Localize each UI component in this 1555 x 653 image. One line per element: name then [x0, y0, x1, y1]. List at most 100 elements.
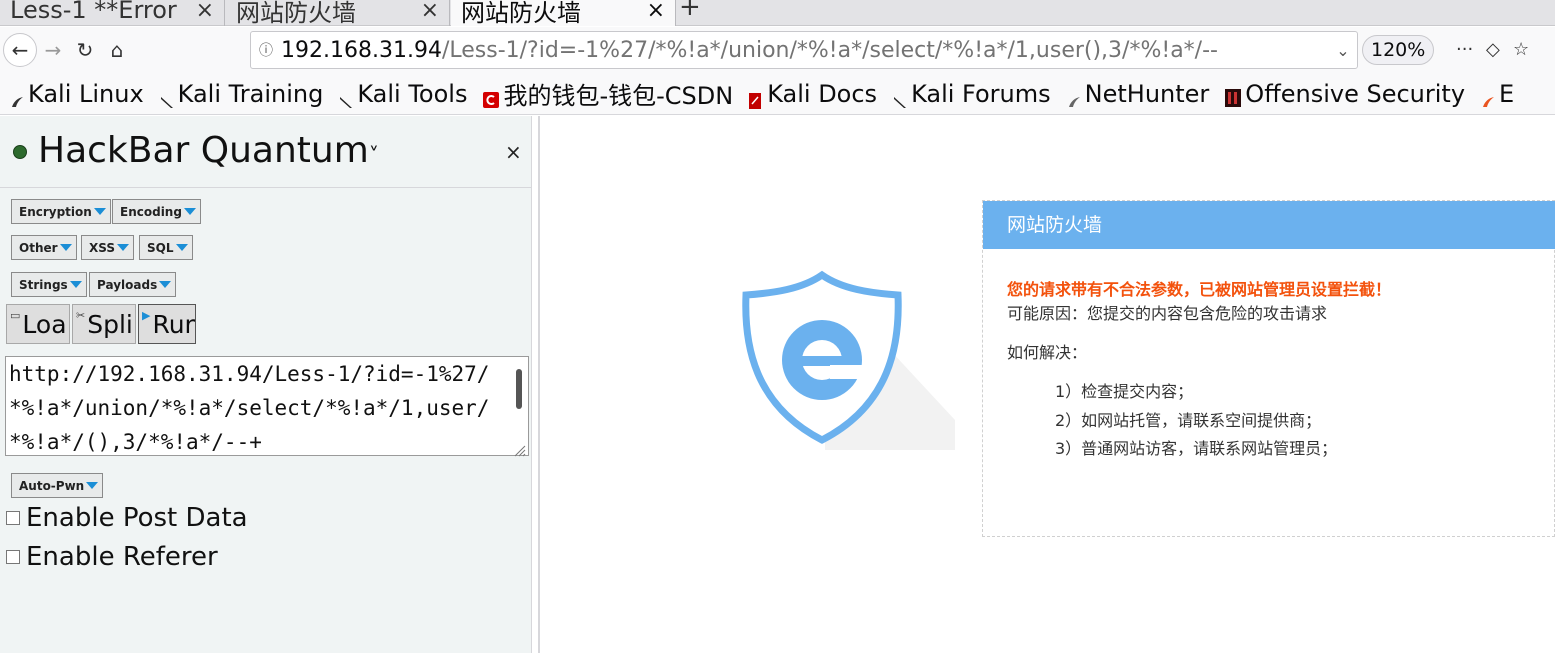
menu-label: Strings	[19, 277, 68, 292]
reload-icon: ↻	[76, 38, 94, 62]
chevron-down-icon: ˅	[368, 143, 379, 167]
tab-strip: Less-1 **Error × 网站防火墙 × 网站防火墙 × +	[0, 0, 1555, 26]
sql-menu[interactable]: SQL	[139, 235, 193, 260]
tab-waf-1[interactable]: 网站防火墙 ×	[226, 0, 450, 26]
bookmark-kali-forums[interactable]: Kali Forums	[893, 80, 1051, 108]
waf-solution-step: 3）普通网站访客，请联系网站管理员；	[1055, 439, 1338, 458]
tab-close-icon[interactable]: ×	[196, 0, 214, 24]
bookmark-label: E	[1499, 79, 1515, 108]
tab-less-1[interactable]: Less-1 **Error ×	[0, 0, 225, 26]
home-button[interactable]: ⌂	[100, 33, 134, 67]
bookmark-exploit-db[interactable]: E	[1481, 80, 1514, 108]
tab-close-icon[interactable]: ×	[421, 0, 439, 24]
enable-post-data-checkbox[interactable]	[6, 511, 20, 525]
waf-block-panel: 网站防火墙 您的请求带有不合法参数，已被网站管理员设置拦截！ 可能原因：您提交的…	[982, 200, 1555, 537]
kali-dragon-icon	[339, 87, 353, 108]
kali-dragon-icon	[160, 87, 174, 108]
tab-title: 网站防火墙	[461, 0, 581, 26]
bookmark-nethunter[interactable]: NetHunter	[1067, 79, 1210, 108]
enable-post-data-toggle[interactable]: Enable Post Data	[6, 503, 248, 533]
kali-dragon-icon	[10, 87, 24, 107]
tab-close-icon[interactable]: ×	[647, 0, 665, 24]
button-label: Spli	[87, 309, 133, 339]
bookmark-star-icon[interactable]: ☆	[1513, 39, 1529, 60]
waf-solution-step: 1）检查提交内容；	[1055, 382, 1194, 401]
bookmarks-toolbar: Kali Linux Kali Training Kali Tools 我的钱包…	[0, 73, 1555, 115]
url-textarea[interactable]: http://192.168.31.94/Less-1/?id=-1%27/*%…	[5, 356, 529, 456]
play-icon: ▶	[142, 309, 151, 322]
bookmark-csdn-wallet[interactable]: 我的钱包-钱包-CSDN	[483, 76, 733, 111]
bookmark-kali-linux[interactable]: Kali Linux	[10, 80, 144, 108]
menu-label: Auto-Pwn	[19, 478, 85, 493]
xss-menu[interactable]: XSS	[81, 235, 134, 260]
bookmark-kali-training[interactable]: Kali Training	[160, 79, 324, 108]
menu-label: Other	[19, 240, 58, 255]
zoom-level-button[interactable]: 120%	[1362, 35, 1435, 65]
textarea-scrollbar[interactable]	[516, 369, 522, 409]
kali-docs-icon	[749, 87, 763, 109]
bookmark-label: Kali Linux	[28, 79, 144, 108]
checkbox-label: Enable Referer	[26, 542, 218, 572]
bookmark-label: Kali Training	[177, 79, 324, 108]
bookmark-label: Kali Docs	[767, 79, 878, 108]
load-url-button[interactable]: ▭ Loa	[6, 304, 70, 344]
url-path: /Less-1/?id=-1%27/*%!a*/union/*%!a*/sele…	[441, 37, 1218, 63]
pocket-icon[interactable]: ◇	[1486, 39, 1500, 60]
payloads-menu[interactable]: Payloads	[89, 272, 177, 297]
encryption-menu[interactable]: Encryption	[11, 199, 111, 224]
waf-shield-logo	[742, 270, 955, 450]
waf-reason-text: 可能原因：您提交的内容包含危险的攻击请求	[1007, 304, 1328, 323]
scissors-icon: ✂	[76, 309, 86, 322]
button-label: Loa	[22, 309, 67, 339]
auto-pwn-menu[interactable]: Auto-Pwn	[11, 473, 104, 498]
url-history-dropdown-icon[interactable]: ⌄	[1329, 41, 1357, 60]
reload-button[interactable]: ↻	[68, 33, 102, 67]
page-actions-menu-icon[interactable]: ···	[1456, 39, 1473, 60]
bookmark-kali-docs[interactable]: Kali Docs	[749, 79, 878, 109]
nethunter-icon	[1067, 87, 1081, 107]
split-url-button[interactable]: ✂ Spli	[72, 304, 136, 344]
run-button[interactable]: ▶ Run	[138, 304, 196, 344]
enable-referer-checkbox[interactable]	[6, 550, 20, 564]
dropdown-arrow-icon	[117, 244, 129, 251]
url-text[interactable]: 192.168.31.94/Less-1/?id=-1%27/*%!a*/uni…	[281, 38, 1329, 63]
url-bar[interactable]: ⓘ 192.168.31.94/Less-1/?id=-1%27/*%!a*/u…	[250, 31, 1358, 69]
hackbar-sidebar: HackBar Quantum˅ × Encryption Encoding O…	[0, 116, 532, 653]
menu-label: Payloads	[97, 277, 158, 292]
bookmark-kali-tools[interactable]: Kali Tools	[339, 80, 467, 108]
dropdown-arrow-icon	[159, 281, 172, 288]
navigation-bar: ← → ↻ ⌂ ⓘ 192.168.31.94/Less-1/?id=-1%27…	[0, 27, 1555, 73]
bookmark-label: Kali Tools	[357, 79, 468, 108]
dropdown-arrow-icon	[175, 244, 188, 251]
url-host: 192.168.31.94	[281, 37, 442, 63]
encoding-menu[interactable]: Encoding	[112, 199, 201, 224]
menu-label: SQL	[147, 240, 174, 255]
resize-grip-icon[interactable]	[514, 442, 526, 457]
kali-dragon-icon	[893, 87, 907, 108]
back-button[interactable]: ←	[3, 33, 37, 67]
sidebar-title-switcher[interactable]: HackBar Quantum˅	[38, 130, 379, 171]
bookmark-label: Kali Forums	[911, 79, 1051, 108]
strings-menu[interactable]: Strings	[11, 272, 87, 297]
forward-button[interactable]: →	[36, 33, 70, 67]
checkbox-label: Enable Post Data	[26, 503, 248, 533]
bookmark-label: NetHunter	[1084, 79, 1210, 108]
bookmark-offensive-security[interactable]: Offensive Security	[1225, 80, 1465, 108]
sidebar-splitter[interactable]	[538, 116, 540, 653]
site-info-icon[interactable]: ⓘ	[251, 40, 281, 60]
new-tab-button[interactable]: +	[679, 0, 701, 22]
menu-label: Encoding	[120, 204, 182, 219]
enable-referer-toggle[interactable]: Enable Referer	[6, 542, 218, 572]
tab-title: Less-1 **Error	[10, 0, 177, 24]
menu-label: Encryption	[19, 204, 92, 219]
close-sidebar-icon[interactable]: ×	[505, 140, 522, 164]
other-menu[interactable]: Other	[11, 235, 77, 260]
tab-title: 网站防火墙	[236, 0, 356, 26]
exploit-db-icon	[1481, 87, 1495, 107]
offsec-logo-icon	[1225, 85, 1242, 107]
menu-label: XSS	[89, 240, 115, 255]
bookmark-label: 我的钱包-钱包-CSDN	[503, 82, 734, 110]
dropdown-arrow-icon	[59, 244, 72, 251]
tab-waf-active[interactable]: 网站防火墙 ×	[451, 0, 676, 26]
dropdown-arrow-icon	[183, 208, 196, 215]
